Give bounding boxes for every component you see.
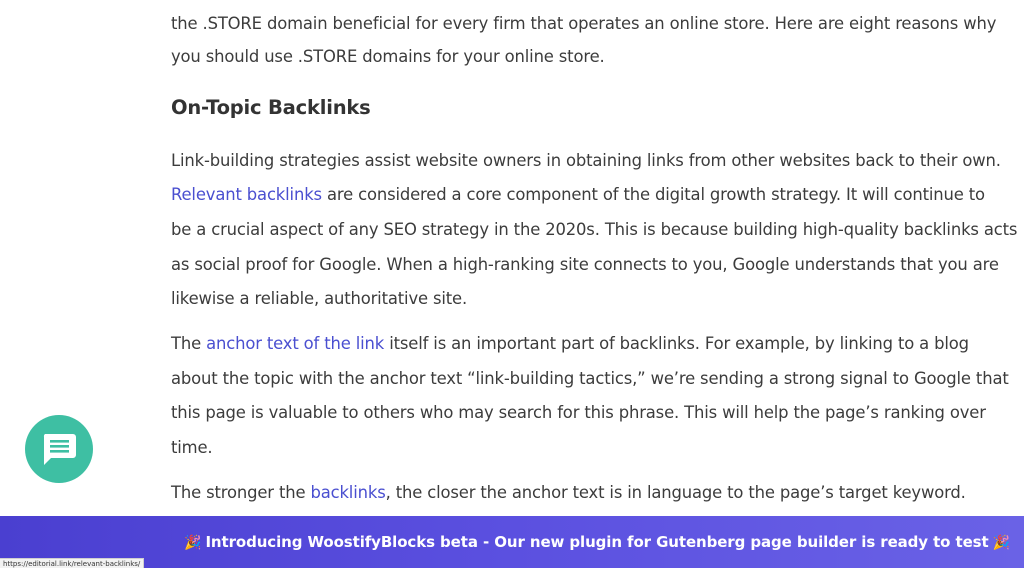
para2-line-1-pre: The	[171, 334, 207, 353]
chat-bubble-icon	[43, 434, 76, 465]
backlinks-link[interactable]: backlinks	[310, 483, 385, 502]
intro-line-2: you should use .STORE domains for your o…	[171, 47, 605, 66]
chat-widget-button[interactable]	[25, 415, 93, 483]
announcement-text: 🎉 Introducing WoostifyBlocks beta - Our n…	[180, 533, 1014, 551]
intro-line-1: the .STORE domain beneficial for every f…	[171, 14, 997, 33]
relevant-backlinks-link[interactable]: Relevant backlinks	[171, 185, 322, 204]
anchor-text-link[interactable]: anchor text of the link	[206, 334, 384, 353]
para3-pre: The stronger the	[171, 483, 311, 502]
para1-line-4: as social proof for Google. When a high-…	[171, 255, 999, 274]
para1-line-3: be a crucial aspect of any SEO strategy …	[171, 220, 1018, 239]
announcement-message: Introducing WoostifyBlocks beta - Our ne…	[205, 533, 989, 551]
para2-line-3: this page is valuable to others who may …	[171, 403, 986, 422]
para1-line-2-text: are considered a core component of the d…	[321, 185, 985, 204]
para3-line-1: The stronger the backlinks, the closer t…	[171, 483, 966, 503]
section-heading: On-Topic Backlinks	[171, 96, 371, 119]
para3-text: , the closer the anchor text is in langu…	[385, 483, 966, 502]
para1-line-2: Relevant backlinks are considered a core…	[171, 185, 985, 205]
announcement-banner[interactable]: 🎉 Introducing WoostifyBlocks beta - Our n…	[0, 516, 1024, 568]
para2-line-1: The anchor text of the link itself is an…	[171, 334, 969, 354]
para1-line-5: likewise a reliable, authoritative site.	[171, 289, 468, 308]
party-popper-icon: 🎉	[184, 535, 202, 551]
status-bar-url: https://editorial.link/relevant-backlink…	[0, 558, 145, 568]
para2-line-2: about the topic with the anchor text “li…	[171, 369, 1009, 388]
para2-line-1-text: itself is an important part of backlinks…	[384, 334, 969, 353]
para2-line-4: time.	[171, 438, 213, 457]
party-popper-icon-end: 🎉	[992, 535, 1010, 551]
para1-line-1: Link-building strategies assist website …	[171, 151, 1001, 170]
